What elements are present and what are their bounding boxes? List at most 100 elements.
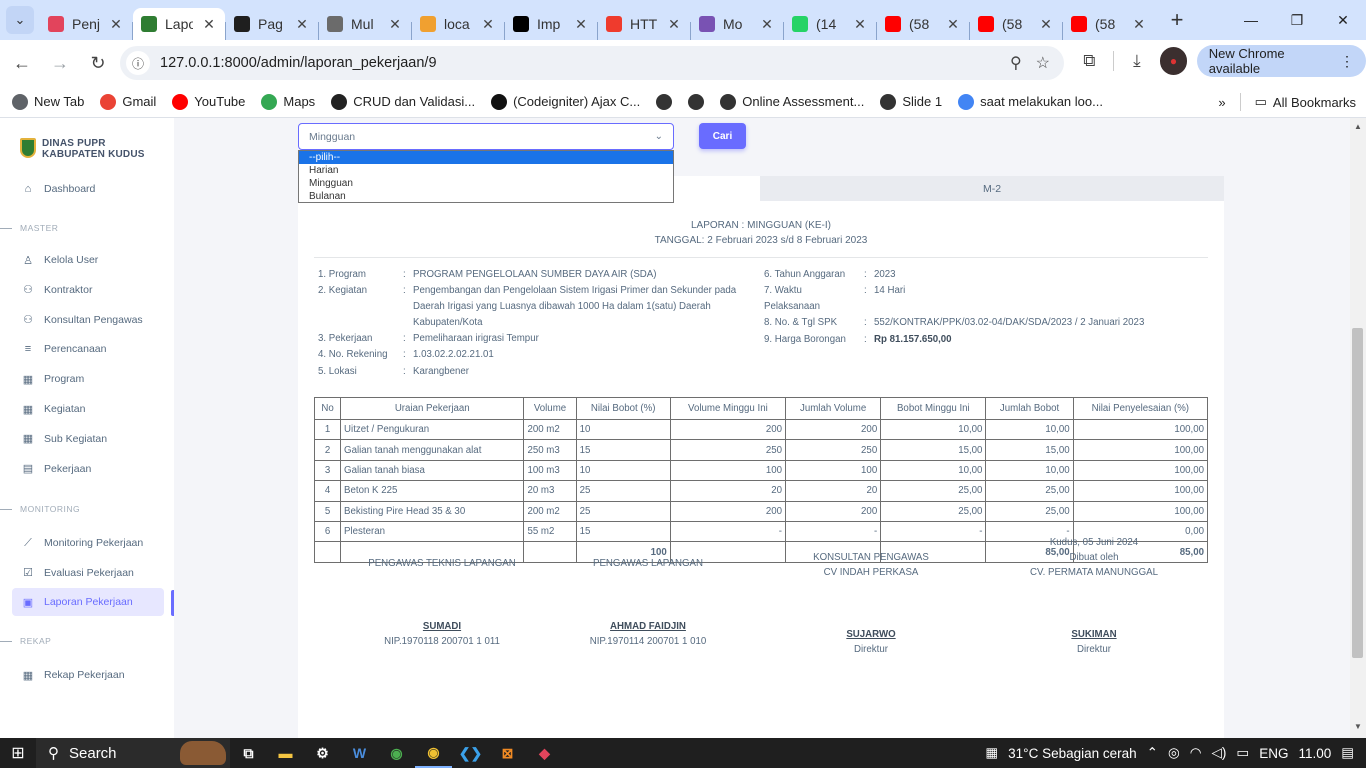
close-tab-icon[interactable]: ✕: [852, 16, 868, 33]
address-bar[interactable]: ⓘ 127.0.0.1:8000/admin/laporan_pekerjaan…: [120, 46, 1064, 80]
sidebar-item-rekap-pekerjaan[interactable]: ▦ Rekap Pekerjaan: [12, 661, 164, 689]
back-arrow-icon[interactable]: ←: [4, 45, 40, 81]
zoom-search-icon[interactable]: ⚲: [1010, 53, 1022, 73]
vertical-scrollbar[interactable]: ▲ ▼: [1350, 118, 1366, 738]
browser-tab[interactable]: (58 ✕: [1063, 8, 1155, 40]
bookmark-item[interactable]: Online Assessment...: [712, 93, 872, 110]
site-info-icon[interactable]: ⓘ: [126, 51, 150, 75]
browser-tab[interactable]: Penj ✕: [40, 8, 132, 40]
bookmark-item[interactable]: Maps: [253, 93, 323, 110]
new-tab-plus-icon[interactable]: +: [1163, 6, 1191, 34]
minimize-icon[interactable]: —: [1228, 0, 1274, 40]
bookmark-item[interactable]: CRUD dan Validasi...: [323, 93, 483, 110]
browser-tab[interactable]: Pag ✕: [226, 8, 318, 40]
new-chrome-available-button[interactable]: New Chrome available ⋮: [1196, 45, 1366, 77]
forward-arrow-icon[interactable]: →: [42, 45, 78, 81]
tab-m2[interactable]: M-2: [760, 176, 1224, 201]
notification-icon[interactable]: ▤: [1341, 745, 1354, 761]
close-tab-icon[interactable]: ✕: [1038, 16, 1054, 33]
bookmark-item[interactable]: Slide 1: [872, 93, 950, 110]
scroll-down-icon[interactable]: ▼: [1350, 722, 1366, 736]
sidebar-item-dashboard[interactable]: ⌂ Dashboard: [12, 175, 164, 203]
close-tab-icon[interactable]: ✕: [759, 16, 775, 33]
clock[interactable]: 11.00: [1298, 746, 1331, 761]
git-icon[interactable]: ◆: [526, 738, 563, 768]
sidebar-item-sub-kegiatan[interactable]: ▦ Sub Kegiatan: [12, 425, 164, 453]
wifi-icon[interactable]: ◠: [1190, 745, 1202, 761]
battery-icon[interactable]: ▭: [1236, 745, 1249, 761]
tray-chevron-up-icon[interactable]: ⌃: [1147, 745, 1158, 761]
windows-start-icon[interactable]: ⊞: [0, 738, 36, 768]
browser-tab[interactable]: Lapo ✕: [133, 8, 225, 40]
sidebar-item-kelola-user[interactable]: ♙ Kelola User: [12, 246, 164, 274]
scrollbar-thumb[interactable]: [1352, 328, 1363, 658]
sidebar-item-kontraktor[interactable]: ⚇ Kontraktor: [12, 276, 164, 304]
dropdown-option[interactable]: Bulanan: [299, 190, 673, 203]
download-icon[interactable]: ⤓: [1124, 51, 1151, 71]
browser-tab[interactable]: HTT ✕: [598, 8, 690, 40]
tab-search-chevron-icon[interactable]: ⌄: [6, 6, 34, 34]
bookmark-item[interactable]: YouTube: [164, 93, 253, 110]
close-tab-icon[interactable]: ✕: [387, 16, 403, 33]
bookmark-item[interactable]: [680, 93, 712, 110]
dropdown-option[interactable]: --pilih--: [299, 151, 673, 164]
browser-tab[interactable]: loca ✕: [412, 8, 504, 40]
volume-icon[interactable]: ◁): [1212, 745, 1227, 761]
chrome-icon[interactable]: ◉: [378, 738, 415, 768]
report-type-select[interactable]: Mingguan ⌄: [298, 123, 674, 150]
word-icon[interactable]: W: [341, 738, 378, 768]
bookmark-item[interactable]: (Codeigniter) Ajax C...: [483, 93, 648, 110]
sidebar-item-konsultan-pengawas[interactable]: ⚇ Konsultan Pengawas: [12, 306, 164, 334]
sidebar-item-perencanaan[interactable]: ≡ Perencanaan: [12, 335, 164, 363]
bookmark-item[interactable]: Gmail: [92, 93, 164, 110]
all-bookmarks-button[interactable]: ▭ All Bookmarks: [1255, 94, 1356, 110]
restore-icon[interactable]: ❐: [1274, 0, 1320, 40]
sidebar-item-laporan-pekerjaan[interactable]: ▣ Laporan Pekerjaan: [12, 588, 164, 616]
close-tab-icon[interactable]: ✕: [945, 16, 961, 33]
brand[interactable]: DINAS PUPR KABUPATEN KUDUS: [20, 138, 145, 160]
close-tab-icon[interactable]: ✕: [108, 16, 124, 33]
reload-icon[interactable]: ↻: [80, 45, 116, 81]
close-tab-icon[interactable]: ✕: [480, 16, 496, 33]
bookmark-item[interactable]: saat melakukan loo...: [950, 93, 1111, 110]
browser-tab[interactable]: Imp ✕: [505, 8, 597, 40]
close-tab-icon[interactable]: ✕: [294, 16, 310, 33]
profile-avatar-icon[interactable]: ●: [1160, 47, 1187, 75]
scroll-up-icon[interactable]: ▲: [1350, 122, 1366, 136]
browser-tab[interactable]: (58 ✕: [970, 8, 1062, 40]
bookmark-item[interactable]: [648, 93, 680, 110]
browser-tab[interactable]: (58 ✕: [877, 8, 969, 40]
weather-icon[interactable]: ▦: [985, 745, 998, 761]
vscode-icon[interactable]: ❮❯: [452, 738, 489, 768]
url-text[interactable]: 127.0.0.1:8000/admin/laporan_pekerjaan/9: [160, 55, 1010, 71]
taskbar-search[interactable]: ⚲ Search: [36, 738, 230, 768]
sidebar-item-evaluasi-pekerjaan[interactable]: ☑ Evaluasi Pekerjaan: [12, 559, 164, 587]
chrome-active-icon[interactable]: ◉: [415, 738, 452, 768]
dropdown-option[interactable]: Harian: [299, 164, 673, 177]
sidebar-item-pekerjaan[interactable]: ▤ Pekerjaan: [12, 455, 164, 483]
network-icon[interactable]: ◎: [1168, 745, 1180, 761]
browser-tab[interactable]: Mul ✕: [319, 8, 411, 40]
close-tab-icon[interactable]: ✕: [201, 16, 217, 33]
bookmark-star-icon[interactable]: ☆: [1036, 53, 1050, 73]
sidebar-item-kegiatan[interactable]: ▦ Kegiatan: [12, 395, 164, 423]
bookmark-item[interactable]: New Tab: [4, 93, 92, 110]
browser-tab[interactable]: Mo ✕: [691, 8, 783, 40]
weather-text[interactable]: 31°C Sebagian cerah: [1008, 746, 1137, 761]
close-tab-icon[interactable]: ✕: [666, 16, 682, 33]
settings-gear-icon[interactable]: ⚙: [304, 738, 341, 768]
search-button[interactable]: Cari: [699, 123, 746, 149]
xampp-icon[interactable]: ⊠: [489, 738, 526, 768]
more-bookmarks-chevron-icon[interactable]: »: [1218, 95, 1225, 110]
file-explorer-icon[interactable]: ▬: [267, 738, 304, 768]
browser-tab[interactable]: (14 ✕: [784, 8, 876, 40]
close-window-icon[interactable]: ✕: [1320, 0, 1366, 40]
dropdown-option[interactable]: Mingguan: [299, 177, 673, 190]
task-view-icon[interactable]: ⧉: [230, 738, 267, 768]
close-tab-icon[interactable]: ✕: [1131, 16, 1147, 33]
sidebar-item-monitoring-pekerjaan[interactable]: ⟋ Monitoring Pekerjaan: [12, 529, 164, 557]
close-tab-icon[interactable]: ✕: [573, 16, 589, 33]
extensions-puzzle-icon[interactable]: ⧉: [1076, 51, 1103, 71]
language-indicator[interactable]: ENG: [1259, 746, 1288, 761]
sidebar-item-program[interactable]: ▦ Program: [12, 365, 164, 393]
